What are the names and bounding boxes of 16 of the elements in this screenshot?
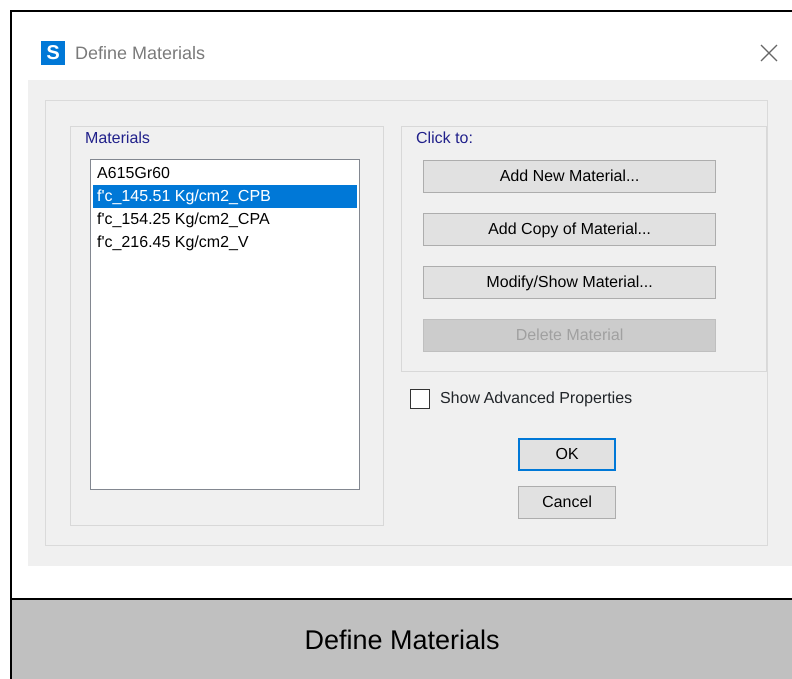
- list-item[interactable]: A615Gr60: [93, 162, 357, 185]
- window-title: Define Materials: [75, 42, 206, 64]
- figure-caption: Define Materials: [304, 624, 500, 657]
- ok-button[interactable]: OK: [518, 438, 616, 471]
- cancel-button[interactable]: Cancel: [518, 486, 616, 519]
- checkbox[interactable]: [410, 389, 430, 409]
- materials-list[interactable]: A615Gr60 f'c_145.51 Kg/cm2_CPB f'c_154.25 Kg/cm2_CPA f'c_216.45 Kg/cm2_V: [90, 159, 360, 490]
- list-item[interactable]: f'c_154.25 Kg/cm2_CPA: [93, 208, 357, 231]
- checkbox-label: Show Advanced Properties: [440, 389, 632, 409]
- close-icon[interactable]: [760, 44, 778, 62]
- list-item[interactable]: f'c_216.45 Kg/cm2_V: [93, 231, 357, 254]
- list-item[interactable]: f'c_145.51 Kg/cm2_CPB: [93, 185, 357, 208]
- app-logo: S: [41, 41, 65, 65]
- action-button[interactable]: Modify/Show Material...: [423, 266, 716, 299]
- action-button[interactable]: Add Copy of Material...: [423, 213, 716, 246]
- action-button[interactable]: Add New Material...: [423, 160, 716, 193]
